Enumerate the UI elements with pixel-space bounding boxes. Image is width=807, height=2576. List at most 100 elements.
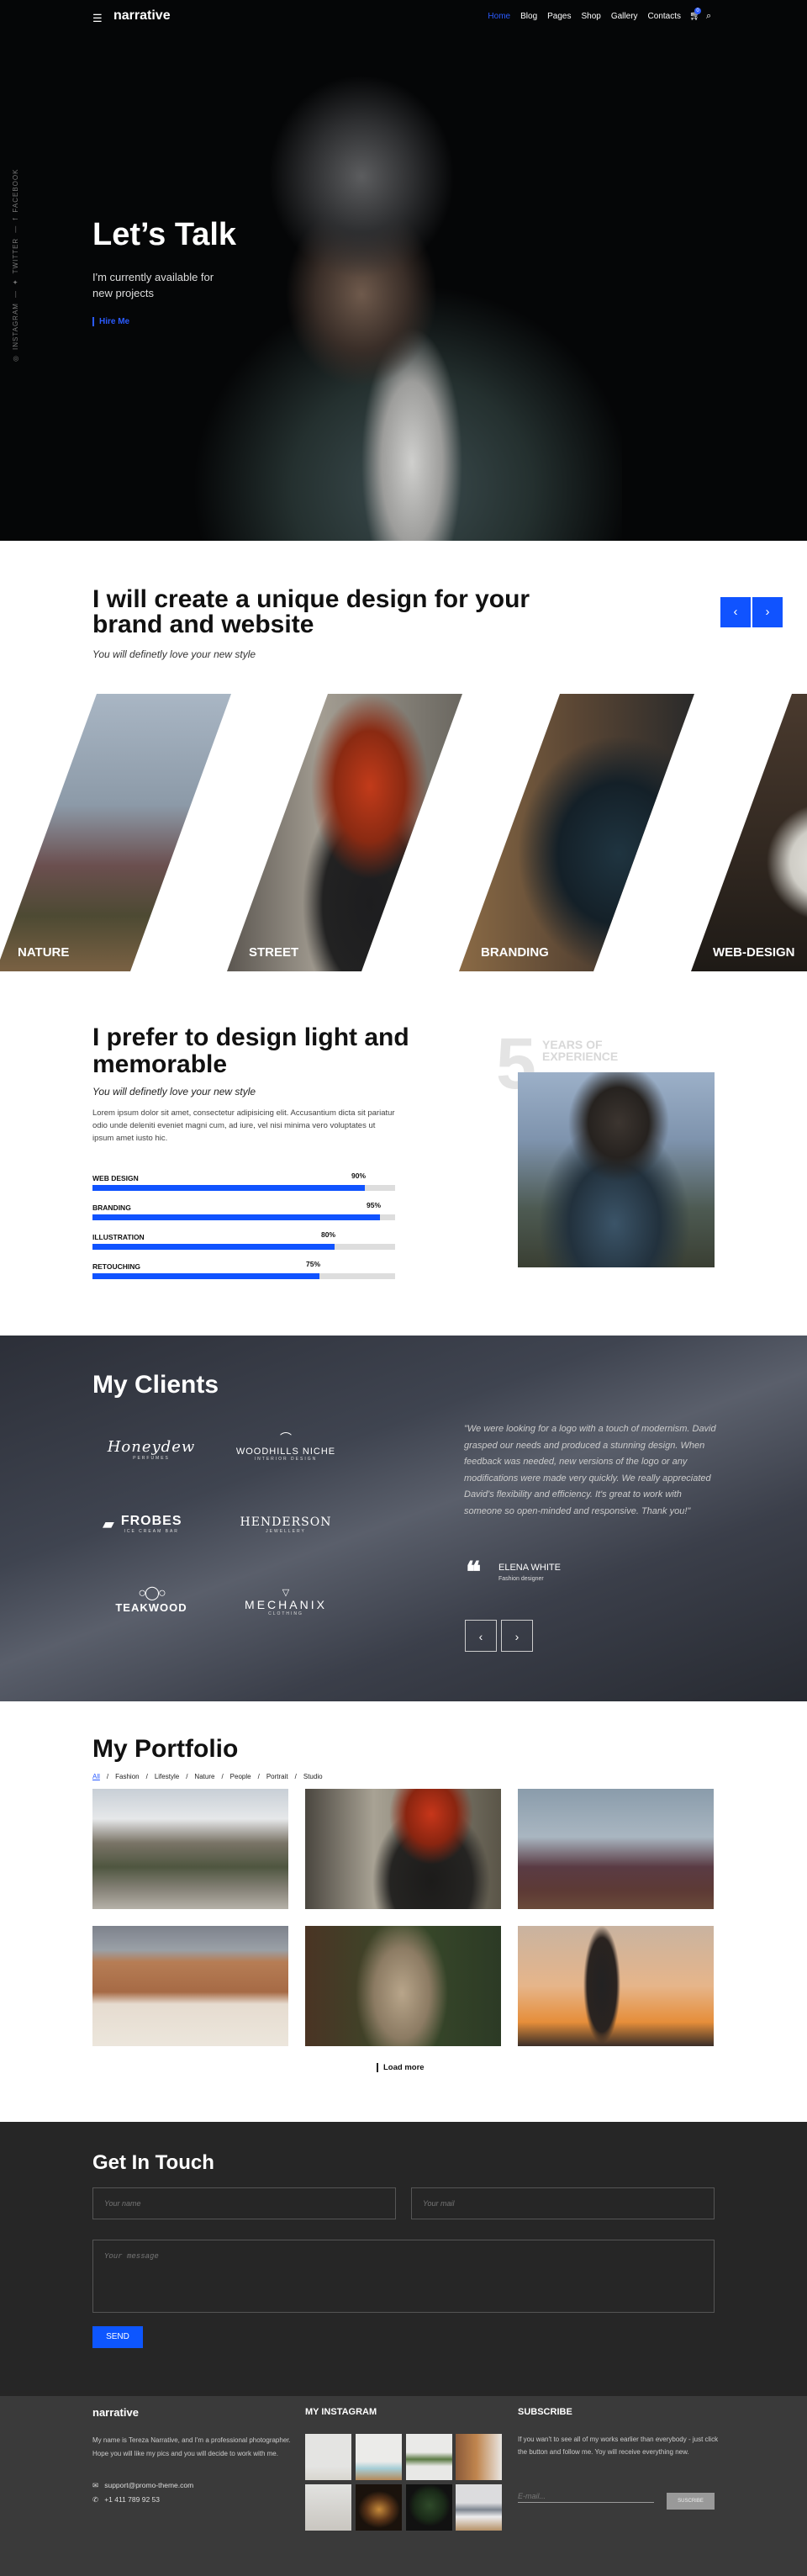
instagram-thumb[interactable]	[456, 2484, 502, 2531]
filter-people[interactable]: People	[230, 1773, 251, 1780]
about-title: I prefer to design light and memorable	[92, 1024, 409, 1078]
hamburger-icon[interactable]: ☰	[92, 12, 103, 25]
skill-bar-fill	[92, 1185, 365, 1191]
client-name: WOODHILLS NICHE	[235, 1447, 336, 1457]
skill-name: BRANDING	[92, 1203, 131, 1212]
skill-illustration: ILLUSTRATION 80%	[92, 1229, 395, 1258]
portfolio-item-blonde-hair[interactable]	[305, 1926, 501, 2046]
instagram-thumb[interactable]	[406, 2484, 452, 2531]
filter-fashion[interactable]: Fashion	[115, 1773, 139, 1780]
skill-bar	[92, 1244, 395, 1250]
slide-label: NATURE	[18, 945, 70, 960]
nav-blog[interactable]: Blog	[520, 12, 537, 21]
subscribe-email-input[interactable]: E-mail...	[518, 2492, 654, 2503]
skill-bar-fill	[92, 1273, 319, 1279]
main-menu: Home Blog Pages Shop Gallery Contacts	[488, 12, 681, 21]
instagram-thumb[interactable]	[456, 2434, 502, 2480]
portfolio-section: My Portfolio All / Fashion / Lifestyle / Na…	[0, 1701, 807, 2122]
nav-pages[interactable]: Pages	[547, 12, 571, 21]
social-facebook[interactable]: FACEBOOK	[12, 169, 19, 213]
send-button[interactable]: SEND	[92, 2326, 143, 2348]
footer-email[interactable]: ✉ support@promo-theme.com	[92, 2481, 193, 2490]
client-logo-teakwood: ○◯○ TEAKWOOD	[101, 1584, 202, 1614]
instagram-thumb[interactable]	[406, 2434, 452, 2480]
portfolio-item-red-hair[interactable]	[305, 1789, 501, 1909]
instagram-heading: MY INSTAGRAM	[305, 2407, 377, 2417]
portfolio-item-desert[interactable]	[92, 1926, 288, 2046]
slide-number: 01	[476, 691, 544, 759]
email-input[interactable]	[411, 2187, 715, 2219]
portfolio-item-sunset-couple[interactable]	[518, 1926, 714, 2046]
skill-bar	[92, 1214, 395, 1220]
footer-logo[interactable]: narrative	[92, 2406, 139, 2419]
social-twitter[interactable]: TWITTER	[12, 238, 19, 274]
client-logo-frobes: ▰ FROBES ICE CREAM BAR	[103, 1514, 203, 1534]
instagram-icon[interactable]: ◎	[12, 355, 19, 362]
filter-all[interactable]: All	[92, 1773, 100, 1780]
skill-retouching: RETOUCHING 75%	[92, 1258, 395, 1288]
slider-prev-button[interactable]: ‹	[720, 597, 751, 627]
message-textarea[interactable]	[92, 2240, 715, 2313]
filter-studio[interactable]: Studio	[303, 1773, 323, 1780]
about-portrait-image	[518, 1072, 715, 1267]
slide-label: STREET	[249, 945, 299, 960]
social-instagram[interactable]: INSTAGRAM	[12, 303, 19, 350]
filter-portrait[interactable]: Portrait	[266, 1773, 288, 1780]
slide-label: BRANDING	[481, 945, 549, 960]
slide-street[interactable]: 06 STREET	[227, 694, 462, 971]
nav-home[interactable]: Home	[488, 12, 510, 21]
instagram-thumb[interactable]	[356, 2434, 402, 2480]
subscribe-button[interactable]: SUSCRIBE	[667, 2493, 715, 2510]
client-name: Honeydew	[107, 1438, 196, 1456]
nav-shop[interactable]: Shop	[581, 12, 600, 21]
client-logo-honeydew: Honeydew PERFUMES	[101, 1438, 202, 1461]
load-more-button[interactable]: Load more	[377, 2063, 425, 2072]
testimonial-role: Fashion designer	[498, 1576, 544, 1582]
instagram-thumb[interactable]	[305, 2484, 351, 2531]
services-tagline: You will definetly love your new style	[92, 648, 256, 660]
skill-name: WEB DESIGN	[92, 1174, 139, 1182]
social-links: ◎ INSTAGRAM — ✦ TWITTER — f FACEBOOK	[12, 169, 19, 362]
divider: /	[221, 1773, 224, 1780]
portfolio-item-misty-mountains[interactable]	[518, 1789, 714, 1909]
instagram-thumb[interactable]	[356, 2484, 402, 2531]
nav-gallery[interactable]: Gallery	[611, 12, 638, 21]
cart-count-badge: 0	[694, 8, 701, 14]
client-name: HENDERSON	[240, 1515, 332, 1529]
skill-web-design: WEB DESIGN 90%	[92, 1170, 395, 1199]
instagram-thumb[interactable]	[305, 2434, 351, 2480]
slide-web-design[interactable]: 02 WEB-DESIGN	[691, 694, 807, 971]
name-input[interactable]	[92, 2187, 396, 2219]
portfolio-item-mountain-road[interactable]	[92, 1789, 288, 1909]
ice-cream-icon: ▰	[103, 1515, 114, 1532]
slide-number: 05	[13, 691, 81, 759]
slide-nature[interactable]: 05 NATURE	[0, 694, 231, 971]
portfolio-title: My Portfolio	[92, 1735, 239, 1763]
footer-about: My name is Tereza Narrative, and I'm a p…	[92, 2436, 291, 2457]
filter-lifestyle[interactable]: Lifestyle	[155, 1773, 179, 1780]
nav-contacts[interactable]: Contacts	[648, 12, 681, 21]
skill-percent: 80%	[321, 1230, 336, 1239]
client-name: FROBES	[120, 1514, 182, 1528]
facebook-icon[interactable]: f	[12, 218, 19, 220]
divider: /	[186, 1773, 188, 1780]
category-slider: 05 NATURE 06 STREET 01 BRANDING 02 WEB-D…	[0, 688, 807, 974]
client-subtitle: CLOTHING	[268, 1611, 303, 1616]
hero-subtitle: I'm currently available for new projects	[92, 271, 214, 299]
client-subtitle: INTERIOR DESIGN	[254, 1457, 318, 1462]
divider: /	[145, 1773, 148, 1780]
slider-next-button[interactable]: ›	[752, 597, 783, 627]
testimonial-next-button[interactable]: ›	[501, 1620, 533, 1652]
testimonial-prev-button[interactable]: ‹	[465, 1620, 497, 1652]
email-text[interactable]: support@promo-theme.com	[104, 2481, 193, 2489]
hire-me-link[interactable]: Hire Me	[92, 317, 129, 326]
slide-label: WEB-DESIGN	[713, 945, 795, 960]
client-logo-woodhills: ⌒ WOODHILLS NICHE INTERIOR DESIGN	[235, 1430, 336, 1462]
slide-branding[interactable]: 01 BRANDING	[459, 694, 694, 971]
quote-icon: ❝	[466, 1557, 482, 1589]
site-logo[interactable]: narrative	[113, 8, 171, 24]
testimonial-author: ELENA WHITE	[498, 1563, 561, 1573]
search-icon[interactable]: ⌕	[706, 11, 711, 22]
filter-nature[interactable]: Nature	[194, 1773, 214, 1780]
twitter-icon[interactable]: ✦	[12, 278, 19, 285]
